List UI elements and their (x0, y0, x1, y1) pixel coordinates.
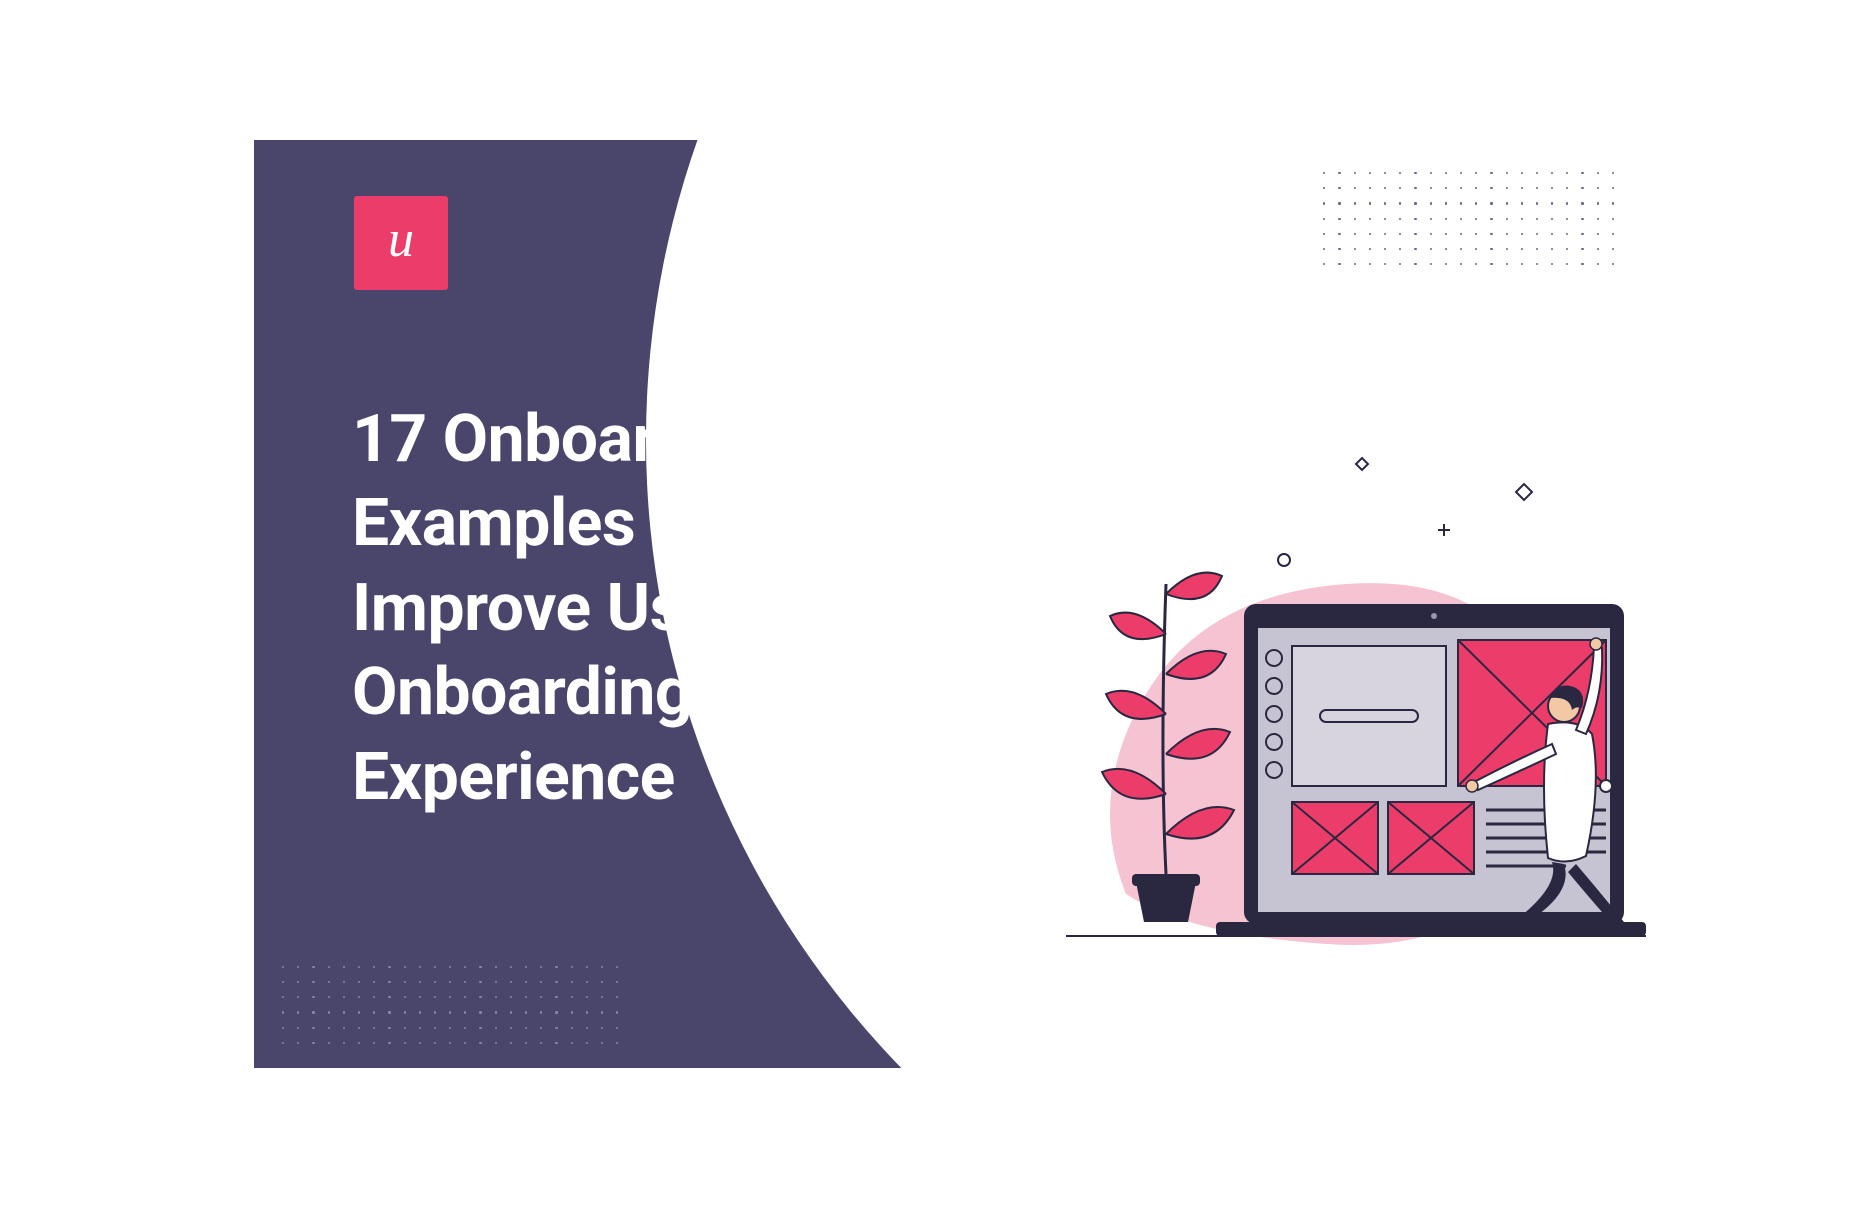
dot-grid-bottom (282, 966, 618, 1044)
plus-icon (1438, 524, 1450, 536)
logo-letter: u (388, 214, 414, 266)
dot-grid-top (1323, 172, 1614, 265)
sparkle-icon (1516, 484, 1532, 500)
circle-icon (1278, 554, 1290, 566)
ux-illustration (1066, 434, 1646, 994)
sparkle-icon (1356, 458, 1368, 470)
brand-logo: u (354, 196, 448, 290)
hero-banner: u 17 Onboarding UX Examples to Improve U… (254, 140, 1646, 1068)
hero-title: 17 Onboarding UX Examples to Improve Use… (352, 398, 952, 820)
